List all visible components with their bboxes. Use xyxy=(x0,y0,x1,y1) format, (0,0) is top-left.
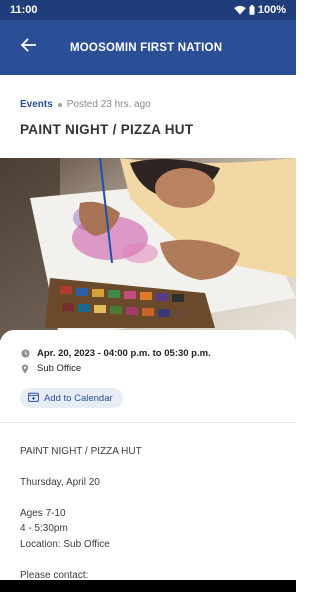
calendar-add-icon xyxy=(28,392,44,405)
posted-time: Posted 23 hrs. ago xyxy=(66,99,151,110)
battery-icon xyxy=(249,5,255,15)
add-to-calendar-label: Add to Calendar xyxy=(44,392,113,404)
category-link[interactable]: Events xyxy=(20,99,53,110)
app-bar: MOOSOMIN FIRST NATION xyxy=(0,20,296,75)
clock-icon xyxy=(20,349,30,359)
status-icons: 100% xyxy=(234,4,286,16)
event-title: PAINT NIGHT / PIZZA HUT xyxy=(20,122,194,137)
battery-percent: 100% xyxy=(257,4,286,16)
description-line: Ages 7-10 xyxy=(20,508,66,519)
description-line: PAINT NIGHT / PIZZA HUT xyxy=(20,446,142,457)
event-date-row: Apr. 20, 2023 - 04:00 p.m. to 05:30 p.m. xyxy=(20,348,211,359)
event-image xyxy=(0,158,296,340)
back-arrow-icon xyxy=(20,38,36,57)
meta-separator xyxy=(57,102,62,107)
back-button[interactable] xyxy=(0,20,56,75)
description-line: Thursday, April 20 xyxy=(20,477,100,488)
system-navigation-bar xyxy=(0,580,296,592)
section-divider xyxy=(0,422,296,423)
status-bar: 11:00 100% xyxy=(0,0,296,20)
event-date: Apr. 20, 2023 - 04:00 p.m. to 05:30 p.m. xyxy=(37,348,211,359)
description-line: Location: Sub Office xyxy=(20,539,110,550)
add-to-calendar-button[interactable]: Add to Calendar xyxy=(20,388,123,408)
location-pin-icon xyxy=(20,363,30,374)
description-line: 4 - 5:30pm xyxy=(20,523,68,534)
event-location: Sub Office xyxy=(37,363,82,374)
post-meta: Events Posted 23 hrs. ago xyxy=(20,99,151,110)
event-location-row: Sub Office xyxy=(20,363,81,374)
app-title: MOOSOMIN FIRST NATION xyxy=(70,41,223,54)
wifi-icon xyxy=(234,5,246,15)
status-time: 11:00 xyxy=(10,4,38,16)
